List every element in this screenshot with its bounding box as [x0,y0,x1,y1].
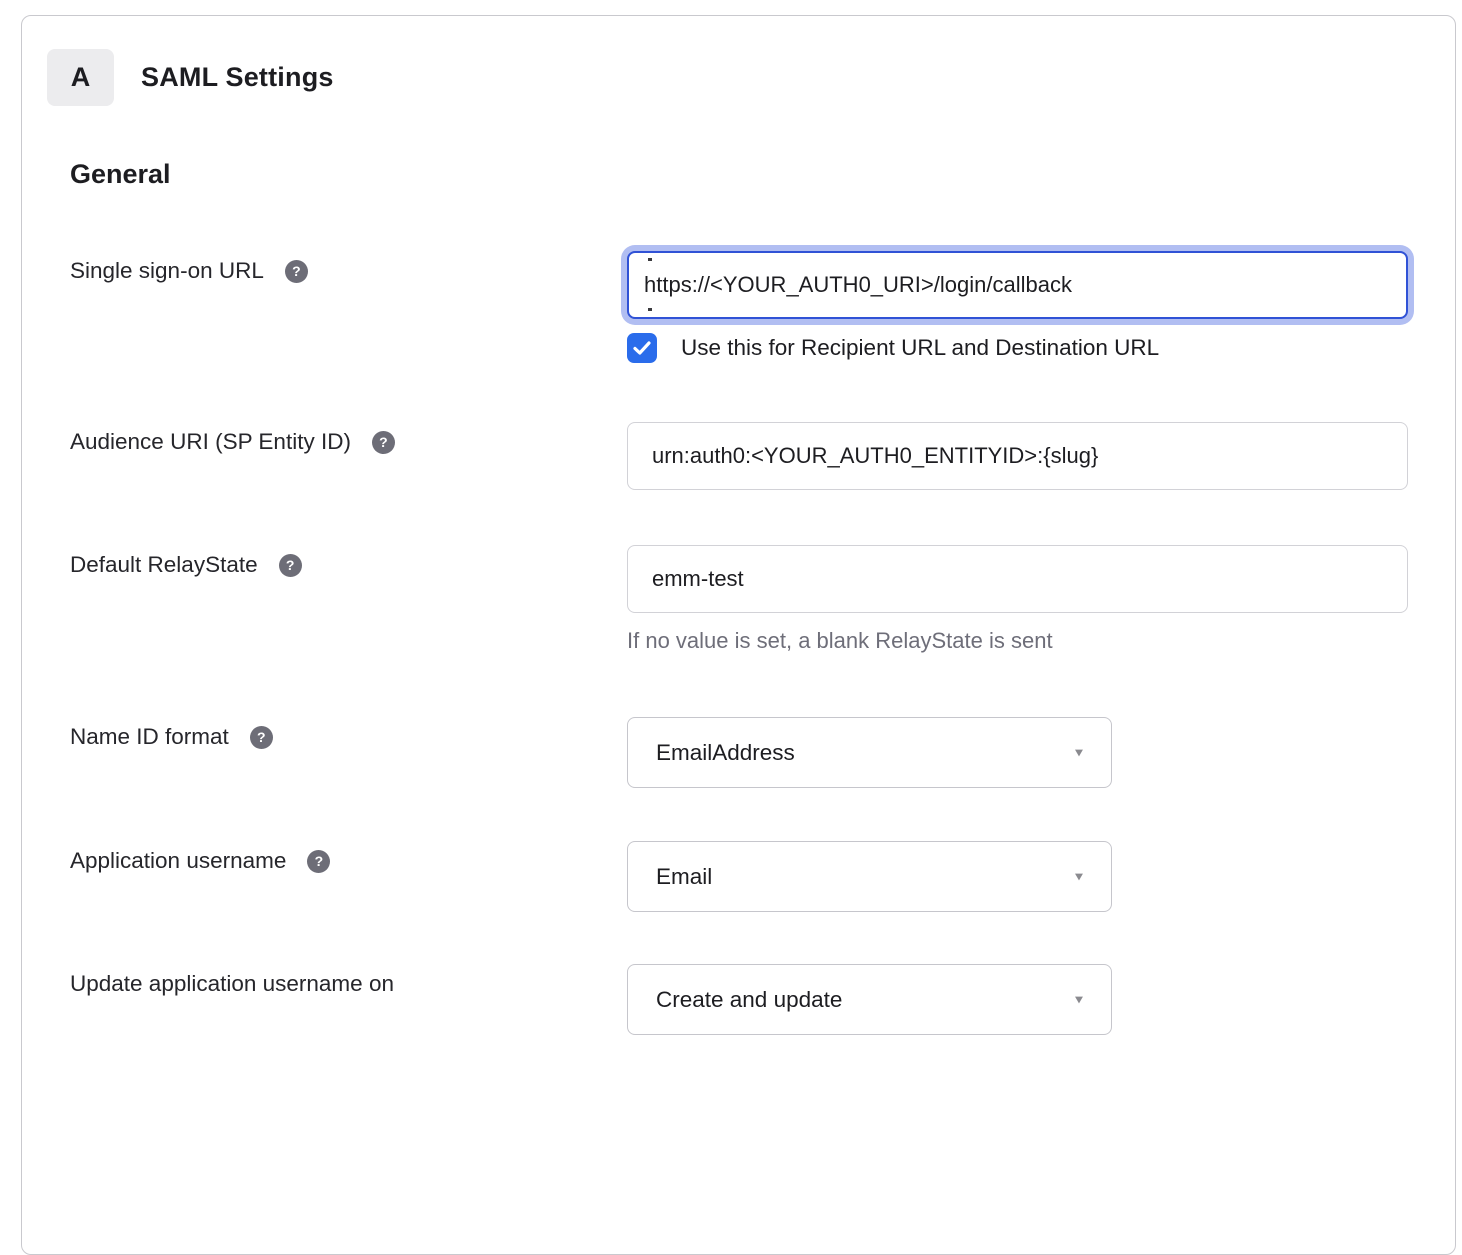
audience-uri-label: Audience URI (SP Entity ID) [70,429,351,455]
page-title: SAML Settings [141,62,334,93]
select-value: Email [656,864,712,890]
help-icon[interactable]: ? [372,431,395,454]
form-row-update-app-username: Update application username on Create an… [70,964,1407,1035]
help-icon-glyph: ? [379,434,388,450]
update-app-username-select[interactable]: Create and update ▾ [627,964,1112,1035]
name-id-format-label: Name ID format [70,724,229,750]
form-row-application-username: Application username ? Email ▾ [70,841,1407,912]
relaystate-hint-text: If no value is set, a blank RelayState i… [627,628,1408,654]
help-icon-glyph: ? [286,557,295,573]
audience-uri-input[interactable] [627,422,1408,490]
sso-url-label: Single sign-on URL [70,258,264,284]
section-title-general: General [70,159,1407,190]
default-relaystate-label: Default RelayState [70,552,258,578]
select-value: Create and update [656,987,842,1013]
saml-settings-card: A SAML Settings General Single sign-on U… [21,15,1456,1255]
sso-url-input[interactable] [627,251,1408,319]
default-relaystate-input[interactable] [627,545,1408,613]
card-header: A SAML Settings [22,16,1455,106]
recipient-url-checkbox-label: Use this for Recipient URL and Destinati… [681,335,1159,361]
default-relaystate-field-cell: If no value is set, a blank RelayState i… [627,545,1408,654]
saml-general-form: Single sign-on URL ? [70,251,1407,1035]
update-app-username-field-cell: Create and update ▾ [627,964,1407,1035]
card-body: General Single sign-on URL ? [22,159,1455,1035]
name-id-format-select[interactable]: EmailAddress ▾ [627,717,1112,788]
form-row-name-id-format: Name ID format ? EmailAddress ▾ [70,717,1407,788]
sso-url-field-cell: Use this for Recipient URL and Destinati… [627,251,1408,363]
application-username-label: Application username [70,848,286,874]
help-icon[interactable]: ? [250,726,273,749]
help-icon-glyph: ? [315,853,324,869]
chevron-down-icon: ▾ [1075,993,1083,1007]
chevron-down-icon: ▾ [1075,870,1083,884]
help-icon[interactable]: ? [307,850,330,873]
audience-uri-label-cell: Audience URI (SP Entity ID) ? [70,422,627,455]
section-badge-letter: A [71,62,91,93]
section-badge: A [47,49,114,106]
select-value: EmailAddress [656,740,795,766]
help-icon[interactable]: ? [279,554,302,577]
help-icon-glyph: ? [257,729,266,745]
name-id-format-field-cell: EmailAddress ▾ [627,717,1407,788]
recipient-url-checkbox[interactable] [627,333,657,363]
help-icon-glyph: ? [292,263,301,279]
application-username-select[interactable]: Email ▾ [627,841,1112,912]
form-row-audience-uri: Audience URI (SP Entity ID) ? [70,422,1407,490]
recipient-url-checkbox-row: Use this for Recipient URL and Destinati… [627,333,1408,363]
form-row-default-relaystate: Default RelayState ? If no value is set,… [70,545,1407,654]
update-app-username-label: Update application username on [70,971,394,997]
update-app-username-label-cell: Update application username on [70,964,627,997]
form-row-sso-url: Single sign-on URL ? [70,251,1407,363]
default-relaystate-label-cell: Default RelayState ? [70,545,627,578]
checkmark-icon [633,341,651,355]
sso-url-label-cell: Single sign-on URL ? [70,251,627,284]
application-username-field-cell: Email ▾ [627,841,1407,912]
audience-uri-field-cell [627,422,1408,490]
help-icon[interactable]: ? [285,260,308,283]
application-username-label-cell: Application username ? [70,841,627,874]
chevron-down-icon: ▾ [1075,746,1083,760]
name-id-format-label-cell: Name ID format ? [70,717,627,750]
